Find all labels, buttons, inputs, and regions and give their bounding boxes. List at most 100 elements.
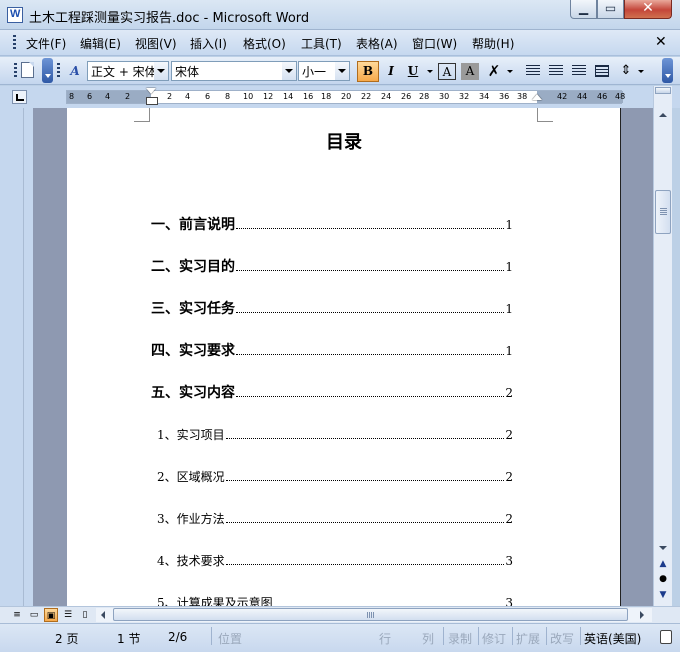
bold-button[interactable]: B — [357, 61, 379, 82]
menu-insert[interactable]: 插入(I) — [190, 35, 227, 52]
toc-page-number: 2 — [505, 470, 513, 484]
toc-entry[interactable]: 3、作业方法 2 — [157, 510, 513, 527]
vertical-scrollbar[interactable]: ▲ ● ▼ — [653, 86, 672, 606]
status-page-of: 2/6 — [168, 630, 188, 644]
menu-tools[interactable]: 工具(T) — [301, 35, 342, 52]
toc-leader-dots — [236, 270, 505, 271]
horizontal-scroll-thumb[interactable] — [113, 608, 628, 621]
menu-window[interactable]: 窗口(W) — [412, 35, 457, 52]
character-border-button[interactable]: A — [438, 63, 456, 80]
spelling-status-icon[interactable] — [660, 630, 672, 644]
toc-entry[interactable]: 2、区域概况 2 — [157, 468, 513, 485]
right-indent-marker[interactable] — [532, 94, 542, 100]
ruler-number: 26 — [401, 92, 412, 101]
select-browse-object-icon[interactable]: ● — [656, 573, 670, 586]
toc-entry[interactable]: 5、计算成果及示意图 3 — [157, 594, 513, 606]
font-size-select[interactable]: 小一 — [298, 61, 350, 81]
font-select[interactable]: 宋体 — [171, 61, 297, 81]
underline-dropdown-icon[interactable] — [427, 70, 433, 73]
ruler-number: 42 — [557, 92, 568, 101]
window-title: 土木工程踩测量实习报告.doc - Microsoft Word — [29, 11, 310, 26]
scroll-down-arrow-icon[interactable] — [656, 541, 670, 555]
word-app-icon[interactable] — [7, 7, 23, 23]
toc-entry[interactable]: 一、前言说明 1 — [151, 214, 513, 234]
toc-leader-dots — [225, 438, 505, 439]
horizontal-ruler[interactable]: 8 6 4 2 2 4 6 8 10 12 14 16 18 20 22 24 26 28 30 32 34 36 38 42… — [66, 88, 625, 105]
character-shading-button[interactable]: A — [461, 63, 479, 80]
previous-page-icon[interactable]: ▲ — [656, 558, 670, 571]
toolbar-grip-handle[interactable] — [14, 63, 17, 79]
ruler-number: 4 — [185, 92, 191, 101]
justify-icon[interactable] — [526, 65, 540, 77]
toolbar-options-chevron-right[interactable] — [662, 58, 673, 83]
character-scaling-icon[interactable]: ✗ — [485, 62, 503, 80]
toc-entry[interactable]: 1、实习项目 2 — [157, 426, 513, 443]
line-spacing-icon[interactable]: ⇕ — [617, 62, 635, 80]
normal-view-icon[interactable]: ≡ — [10, 608, 24, 622]
scroll-left-arrow-icon[interactable] — [98, 608, 110, 622]
menu-view[interactable]: 视图(V) — [135, 35, 177, 52]
vertical-scroll-thumb[interactable] — [655, 190, 671, 234]
style-select[interactable]: 正文 + 宋体 — [87, 61, 169, 81]
toc-entry[interactable]: 五、实习内容 2 — [151, 382, 513, 402]
toc-entry[interactable]: 4、技术要求 3 — [157, 552, 513, 569]
ruler-number: 46 — [597, 92, 608, 101]
menu-format[interactable]: 格式(O) — [243, 35, 286, 52]
ruler-number: 6 — [87, 92, 93, 101]
scroll-up-arrow-icon[interactable] — [656, 108, 670, 122]
scaling-dropdown-icon[interactable] — [507, 70, 513, 73]
ruler-number: 8 — [69, 92, 75, 101]
distributed-align-icon[interactable] — [595, 65, 609, 77]
document-page[interactable]: 目录 一、前言说明 1 二、实习目的 1 三、实习任务 1 四、实习要求 1 五、实习内容 2 1、… — [67, 108, 621, 606]
toc-entry[interactable]: 四、实习要求 1 — [151, 340, 513, 360]
menu-table[interactable]: 表格(A) — [356, 35, 398, 52]
menubar-grip-handle[interactable] — [13, 35, 16, 51]
first-line-indent-marker[interactable] — [146, 88, 158, 105]
formatting-toolbar: A 正文 + 宋体 宋体 小一 B I U A A ✗ ⇕ — [0, 57, 680, 85]
horizontal-scrollbar[interactable] — [96, 608, 652, 622]
toc-entry[interactable]: 二、实习目的 1 — [151, 256, 513, 276]
toc-leader-dots — [236, 228, 505, 229]
chevron-down-icon[interactable] — [154, 62, 168, 80]
chevron-down-icon[interactable] — [335, 62, 349, 80]
status-extend[interactable]: 扩展 — [516, 630, 540, 647]
italic-button[interactable]: I — [381, 62, 401, 81]
reading-layout-view-icon[interactable]: ▯ — [78, 608, 92, 622]
align-right-icon[interactable] — [572, 65, 586, 77]
ruler-number: 20 — [341, 92, 352, 101]
menu-file[interactable]: 文件(F) — [26, 35, 66, 52]
status-record[interactable]: 录制 — [448, 630, 472, 647]
vertical-ruler[interactable] — [9, 108, 24, 606]
status-language[interactable]: 英语(美国) — [584, 630, 641, 647]
split-box[interactable] — [655, 87, 671, 94]
toolbar2-grip-handle[interactable] — [57, 63, 60, 79]
status-overwrite[interactable]: 改写 — [550, 630, 574, 647]
web-layout-view-icon[interactable]: ▭ — [27, 608, 41, 622]
tab-selector[interactable] — [12, 90, 27, 104]
close-document-icon[interactable]: ✕ — [655, 34, 667, 50]
ruler-number: 14 — [283, 92, 294, 101]
toc-entry-text: 三、实习任务 — [151, 301, 235, 317]
toolbar-options-chevron[interactable] — [42, 58, 53, 83]
underline-button[interactable]: U — [403, 62, 423, 81]
menu-edit[interactable]: 编辑(E) — [80, 35, 121, 52]
maximize-button[interactable]: ▭ — [597, 0, 624, 19]
status-revise[interactable]: 修订 — [482, 630, 506, 647]
chevron-down-icon[interactable] — [282, 62, 296, 80]
outline-view-icon[interactable]: ☰ — [61, 608, 75, 622]
toc-entry-text: 5、计算成果及示意图 — [157, 596, 273, 606]
print-layout-view-icon[interactable]: ▣ — [44, 608, 58, 622]
new-document-icon[interactable] — [21, 62, 34, 78]
align-center-icon[interactable] — [549, 65, 563, 77]
menu-help[interactable]: 帮助(H) — [472, 35, 514, 52]
next-page-icon[interactable]: ▼ — [656, 589, 670, 602]
ruler-number: 30 — [439, 92, 450, 101]
toc-page-number: 1 — [505, 344, 513, 358]
styles-formatting-icon[interactable]: A — [66, 62, 84, 80]
close-window-button[interactable]: ✕ — [624, 0, 672, 19]
toc-entry[interactable]: 三、实习任务 1 — [151, 298, 513, 318]
scroll-right-arrow-icon[interactable] — [636, 608, 648, 622]
minimize-button[interactable]: ▁ — [570, 0, 597, 19]
ruler-number: 10 — [243, 92, 254, 101]
line-spacing-dropdown-icon[interactable] — [638, 70, 644, 73]
